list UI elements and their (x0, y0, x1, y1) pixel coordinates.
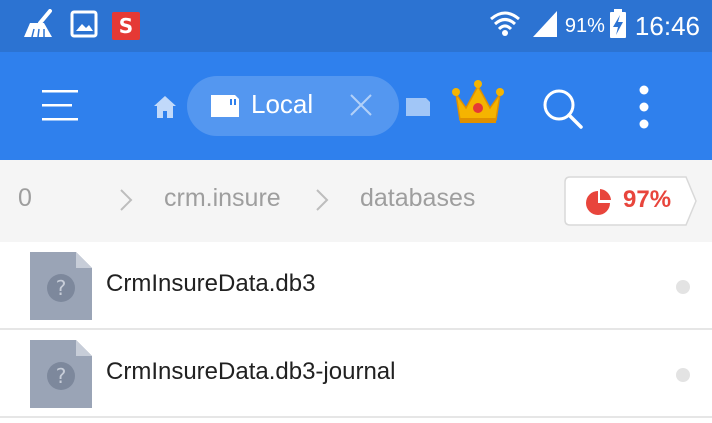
premium-button[interactable] (450, 78, 506, 128)
breadcrumb-item-crm-insure[interactable]: crm.insure (164, 184, 281, 213)
pie-chart-icon (584, 188, 612, 216)
tab-label: Local (251, 89, 314, 119)
svg-text:?: ? (56, 364, 67, 388)
home-button[interactable] (152, 94, 178, 120)
home-icon (154, 96, 176, 118)
unknown-file-icon: ? (30, 340, 92, 408)
battery-charging-icon (609, 9, 627, 43)
wifi-icon (489, 8, 521, 44)
chevron-right-icon (312, 188, 332, 212)
breadcrumb-item-0[interactable]: 0 (18, 184, 32, 213)
image-icon (70, 10, 98, 42)
file-name: CrmInsureData.db3 (106, 270, 316, 297)
status-bar: S 91% 16:46 (0, 0, 712, 52)
sdcard-icon (406, 98, 430, 116)
broom-icon (22, 9, 56, 43)
app-toolbar: Local (0, 52, 712, 160)
system-status: 91% 16:46 (489, 8, 700, 44)
crown-icon (452, 80, 504, 123)
search-icon (543, 89, 583, 129)
close-tab-button[interactable] (347, 91, 375, 119)
more-options-button[interactable] (632, 82, 656, 132)
s-app-icon: S (112, 12, 140, 40)
select-checkbox[interactable] (676, 368, 690, 382)
chevron-right-icon (116, 188, 136, 212)
search-button[interactable] (540, 86, 584, 130)
file-row-crminsuredata-db3-journal[interactable]: ? CrmInsureData.db3-journal (0, 330, 712, 418)
sdcard-tab-button[interactable] (406, 96, 432, 118)
close-icon (350, 94, 372, 116)
breadcrumb-item-databases[interactable]: databases (360, 184, 475, 213)
storage-usage-percent: 97% (623, 186, 672, 213)
row-divider (0, 416, 712, 418)
file-row-crminsuredata-db3[interactable]: ? CrmInsureData.db3 (0, 242, 712, 330)
menu-button[interactable] (40, 84, 84, 128)
menu-icon (42, 90, 78, 121)
battery-percent: 91% (564, 14, 605, 37)
notification-area: S (22, 8, 140, 44)
unknown-file-icon: ? (30, 252, 92, 320)
file-name: CrmInsureData.db3-journal (106, 358, 396, 385)
tab-local[interactable]: Local (187, 76, 399, 136)
more-vertical-icon (639, 85, 649, 129)
breadcrumb: 0 crm.insure databases 97% (0, 160, 712, 242)
clock: 16:46 (634, 10, 700, 41)
select-checkbox[interactable] (676, 280, 690, 294)
sdcard-icon (211, 93, 241, 119)
svg-text:?: ? (56, 276, 67, 300)
signal-icon (531, 9, 559, 43)
